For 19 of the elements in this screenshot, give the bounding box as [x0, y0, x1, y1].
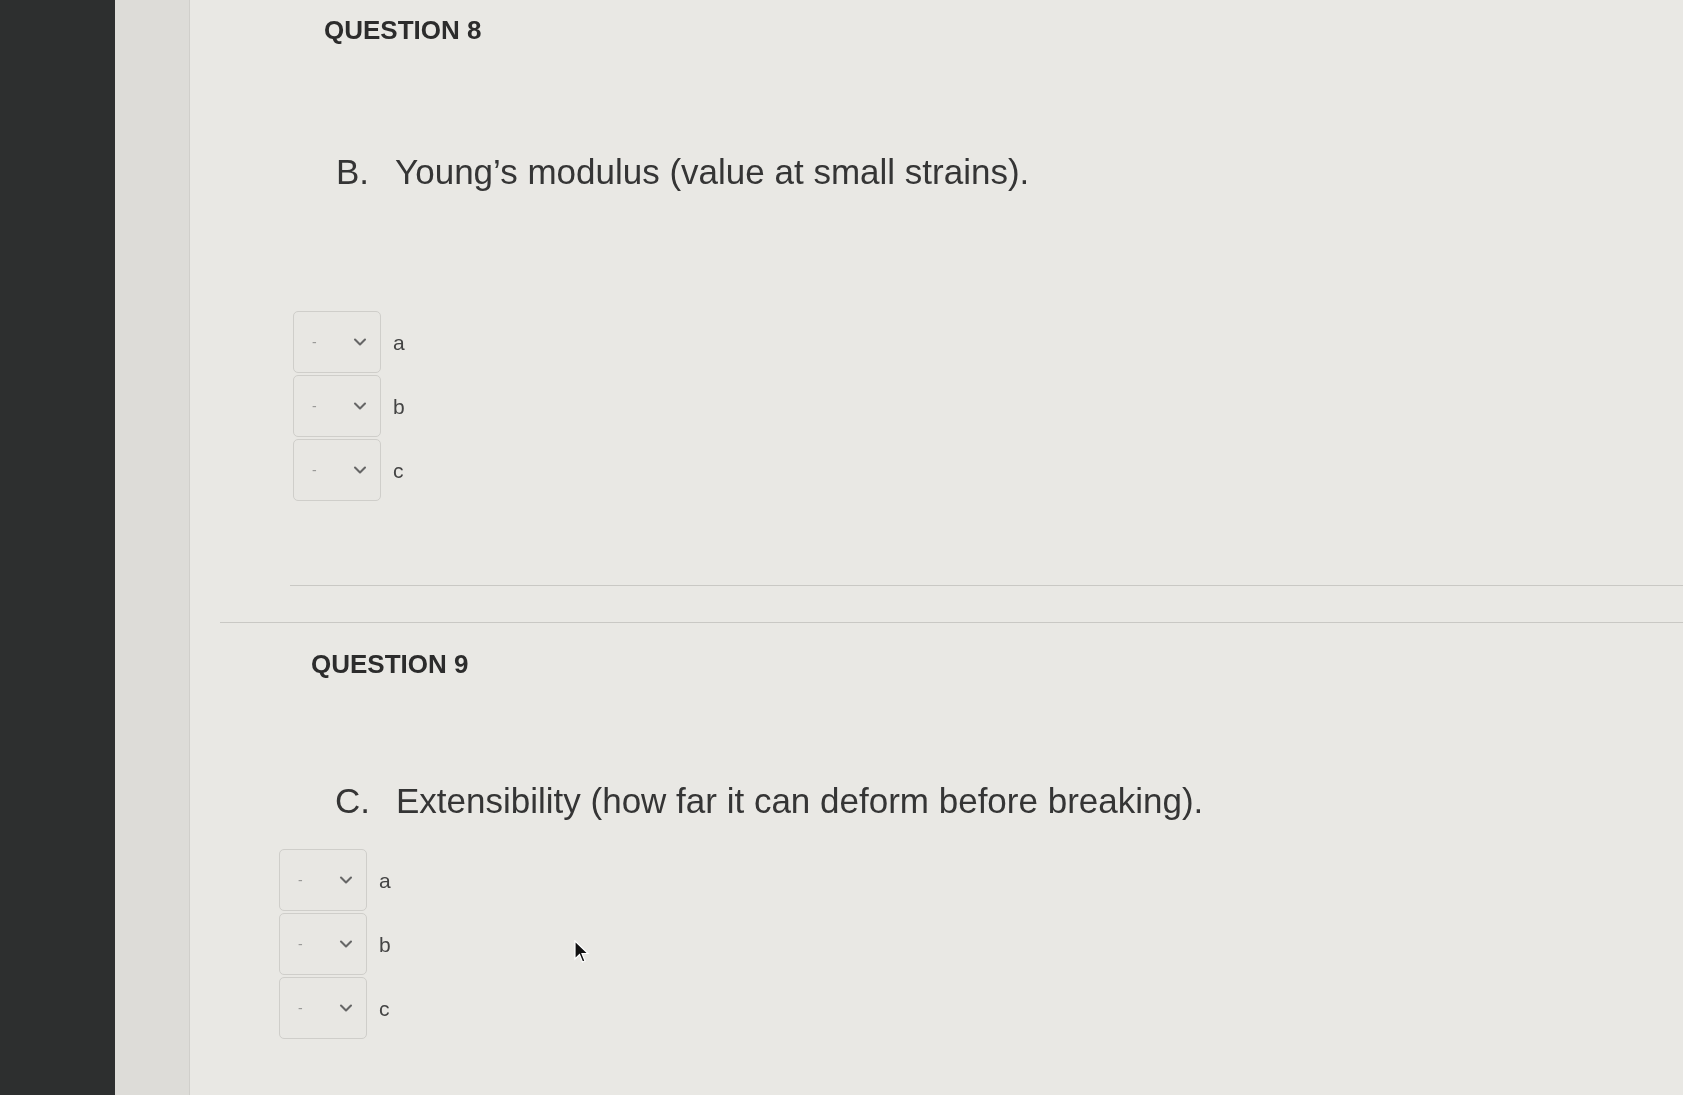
prompt-text: Extensibility (how far it can deform before breaking). [396, 780, 1204, 822]
prompt-text: Young’s modulus (value at small strains). [395, 151, 1030, 193]
answer-label: a [393, 331, 405, 353]
answer-dropdown[interactable]: - [293, 439, 381, 501]
question-heading: QUESTION 9 [311, 648, 470, 680]
question-heading: QUESTION 8 [324, 14, 483, 46]
prompt-marker: C. [335, 780, 370, 822]
mouse-cursor-icon [574, 940, 590, 964]
answer-label: b [379, 933, 391, 955]
answer-dropdown[interactable]: - [279, 849, 367, 911]
answer-dropdown[interactable]: - [279, 913, 367, 975]
prompt-marker: B. [336, 151, 370, 193]
answer-label: c [379, 997, 390, 1019]
answer-dropdown[interactable]: - [293, 311, 381, 373]
answer-label: b [393, 395, 405, 417]
answer-dropdown[interactable]: - [279, 977, 367, 1039]
answer-label: c [393, 459, 404, 481]
answer-dropdown[interactable]: - [293, 375, 381, 437]
answer-label: a [379, 869, 391, 891]
